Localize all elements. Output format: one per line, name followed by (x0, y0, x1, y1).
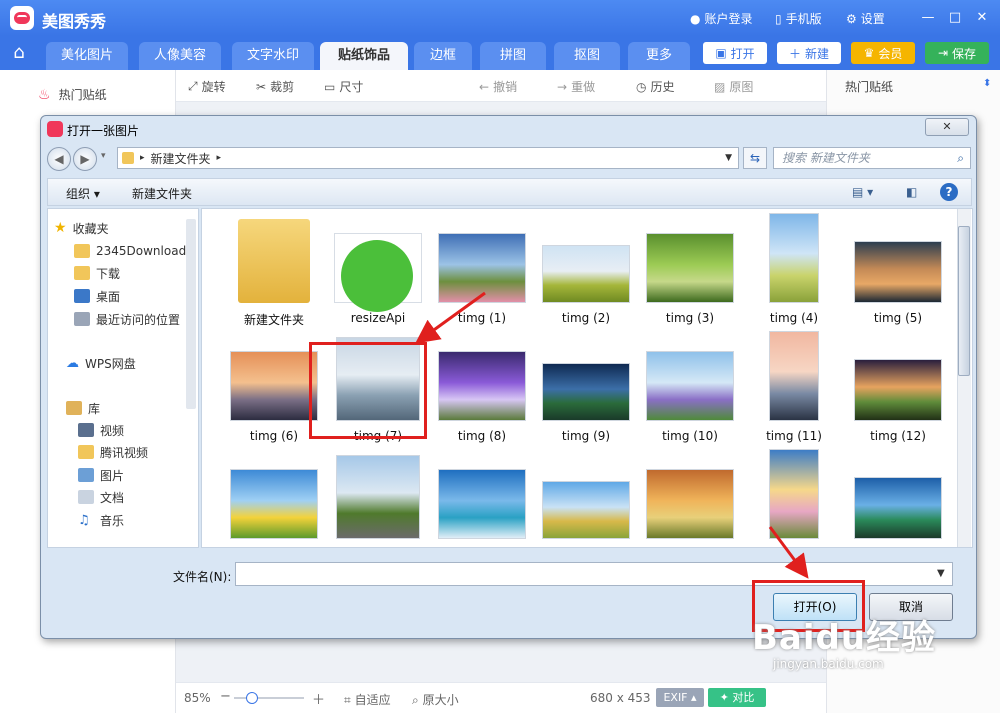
annotation-arrows (415, 291, 809, 579)
arrow-to-open-button (768, 526, 809, 579)
baidu-watermark: Baidu经验 (752, 618, 937, 658)
baidu-watermark-url: jingyan.baidu.com (773, 657, 884, 671)
arrow-to-image (415, 291, 486, 344)
